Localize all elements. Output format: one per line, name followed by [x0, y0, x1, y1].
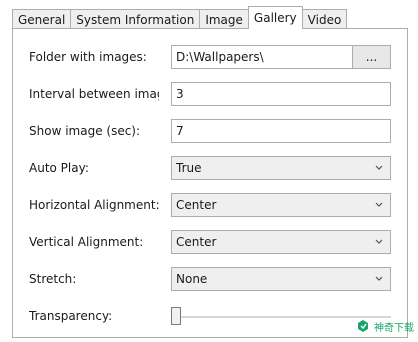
transparency-row: Transparency: — [13, 304, 409, 330]
gallery-settings-panel: Folder with images: D:\Wallpapers\ ... I… — [12, 28, 408, 338]
chevron-down-icon — [375, 276, 383, 281]
interval-row: Interval between images 3 — [13, 82, 409, 108]
tab-label: Gallery — [253, 11, 297, 25]
tab-system-information[interactable]: System Information — [70, 9, 201, 29]
stretch-value: None — [176, 272, 208, 286]
chevron-down-icon — [375, 239, 383, 244]
h-align-value: Center — [176, 198, 217, 212]
auto-play-row: Auto Play: True — [13, 156, 409, 182]
chevron-down-icon — [375, 202, 383, 207]
auto-play-value: True — [176, 161, 202, 175]
logo-icon — [358, 320, 368, 332]
h-align-label: Horizontal Alignment: — [29, 198, 159, 212]
folder-label: Folder with images: — [29, 50, 147, 64]
browse-label: ... — [365, 50, 378, 64]
tab-label: General — [18, 12, 66, 27]
tab-label: Image — [205, 12, 243, 27]
h-align-select[interactable]: Center — [171, 193, 391, 217]
stretch-label: Stretch: — [29, 272, 77, 286]
watermark: 神奇下载 — [356, 318, 414, 334]
chevron-down-icon — [375, 165, 383, 170]
watermark-text: 神奇下载 — [374, 322, 414, 334]
tab-image[interactable]: Image — [199, 9, 249, 29]
tab-general[interactable]: General — [12, 9, 72, 29]
browse-button[interactable]: ... — [352, 45, 391, 69]
tab-label: System Information — [76, 12, 195, 27]
folder-input[interactable]: D:\Wallpapers\ — [171, 45, 353, 69]
tab-video[interactable]: Video — [301, 9, 348, 29]
auto-play-select[interactable]: True — [171, 156, 391, 180]
auto-play-label: Auto Play: — [29, 161, 89, 175]
interval-value: 3 — [176, 87, 184, 101]
show-image-input[interactable]: 7 — [171, 119, 391, 143]
show-image-row: Show image (sec): 7 — [13, 119, 409, 145]
v-align-label: Vertical Alignment: — [29, 235, 144, 249]
v-align-select[interactable]: Center — [171, 230, 391, 254]
v-align-row: Vertical Alignment: Center — [13, 230, 409, 256]
interval-label: Interval between images — [29, 87, 159, 101]
tab-label: Video — [307, 12, 342, 27]
stretch-select[interactable]: None — [171, 267, 391, 291]
show-image-value: 7 — [176, 124, 184, 138]
tab-strip: General System Information Image Gallery… — [12, 6, 408, 29]
transparency-slider-thumb[interactable] — [171, 307, 181, 325]
folder-row: Folder with images: D:\Wallpapers\ ... — [13, 45, 409, 71]
stretch-row: Stretch: None — [13, 267, 409, 293]
show-image-label: Show image (sec): — [29, 124, 141, 138]
v-align-value: Center — [176, 235, 217, 249]
tab-gallery[interactable]: Gallery — [247, 6, 303, 29]
interval-input[interactable]: 3 — [171, 82, 391, 106]
transparency-label: Transparency: — [29, 309, 113, 323]
folder-value: D:\Wallpapers\ — [176, 50, 264, 64]
h-align-row: Horizontal Alignment: Center — [13, 193, 409, 219]
